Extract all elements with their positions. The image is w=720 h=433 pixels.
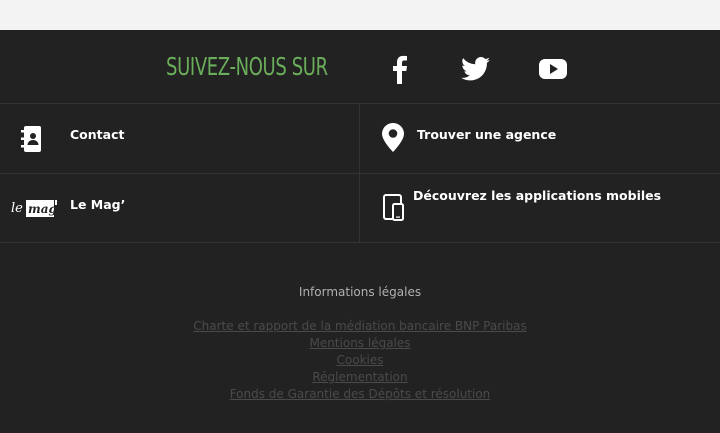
facebook-icon[interactable] bbox=[390, 54, 408, 84]
legal-links-list: Charte et rapport de la médiation bancai… bbox=[0, 318, 720, 403]
mobile-apps-label: Découvrez les applications mobiles bbox=[413, 188, 662, 203]
svg-text:mag: mag bbox=[28, 202, 57, 216]
legal-link-regulation[interactable]: Réglementation bbox=[0, 369, 720, 386]
top-page-strip bbox=[0, 0, 720, 30]
find-agency-label: Trouver une agence bbox=[417, 127, 557, 142]
le-mag-logo: le mag bbox=[11, 200, 57, 217]
legal-info-title: Informations légales bbox=[298, 285, 422, 299]
contact-label: Contact bbox=[70, 127, 125, 142]
mobile-apps-link[interactable]: Découvrez les applications mobiles bbox=[360, 174, 720, 242]
mobile-devices-icon bbox=[383, 194, 404, 221]
find-agency-link[interactable]: Trouver une agence bbox=[360, 104, 720, 173]
location-pin-icon bbox=[382, 123, 404, 152]
contact-link[interactable]: Contact bbox=[0, 104, 359, 173]
youtube-icon[interactable] bbox=[539, 57, 567, 81]
le-mag-label: Le Mag’ bbox=[70, 197, 126, 212]
address-book-icon bbox=[21, 126, 41, 152]
legal-link-legal-notices[interactable]: Mentions légales bbox=[0, 335, 720, 352]
legal-link-mediation-charter[interactable]: Charte et rapport de la médiation bancai… bbox=[0, 318, 720, 335]
follow-us-label: SUIVEZ-NOUS SUR bbox=[166, 52, 328, 81]
legal-link-deposit-guarantee[interactable]: Fonds de Garantie des Dépôts et résoluti… bbox=[0, 386, 720, 403]
svg-text:le: le bbox=[11, 201, 23, 216]
social-follow-band: SUIVEZ-NOUS SUR bbox=[0, 30, 720, 104]
le-mag-link[interactable]: le mag Le Mag’ bbox=[0, 174, 359, 242]
divider-bottom bbox=[0, 242, 720, 243]
legal-link-cookies[interactable]: Cookies bbox=[0, 352, 720, 369]
twitter-icon[interactable] bbox=[461, 57, 490, 81]
